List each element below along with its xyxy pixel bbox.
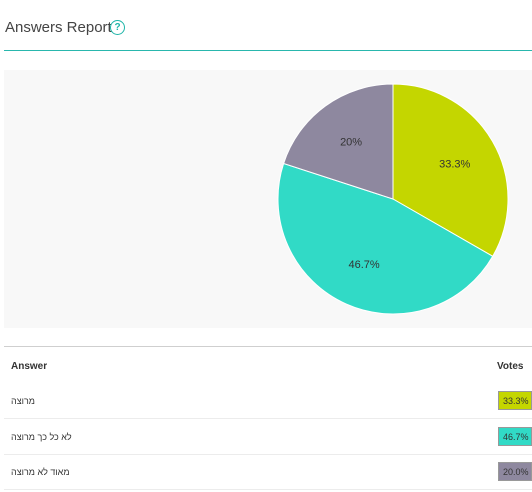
pie-slice-label: 46.7%	[348, 259, 379, 271]
answer-label: מרוצה	[11, 396, 35, 406]
pie-slice-label: 33.3%	[439, 158, 470, 170]
table-divider	[4, 346, 532, 347]
answers-pie-chart: 33.3% 46.7% 20%	[277, 83, 509, 315]
row-divider	[4, 418, 532, 419]
votes-badge: 20.0%	[498, 462, 532, 481]
table-row: לא כל כך מרוצה 46.7%	[4, 420, 532, 455]
answer-column-header: Answer	[11, 361, 48, 372]
header-divider	[4, 50, 532, 51]
help-circle-icon[interactable]: ?	[110, 20, 125, 35]
votes-column-header: Votes	[497, 361, 524, 372]
answer-label: לא כל כך מרוצה	[11, 432, 72, 442]
report-header: Answers Report ?	[0, 0, 532, 52]
votes-badge: 46.7%	[498, 427, 532, 446]
table-row: מאוד לא מרוצה 20.0%	[4, 455, 532, 490]
page-title: Answers Report	[5, 19, 112, 36]
table-row: מרוצה 33.3%	[4, 384, 532, 419]
votes-badge: 33.3%	[498, 391, 532, 410]
answer-label: מאוד לא מרוצה	[11, 467, 70, 477]
pie-slice-label: 20%	[340, 136, 362, 148]
pie-chart-panel: 33.3% 46.7% 20%	[4, 70, 532, 328]
row-divider	[4, 489, 532, 490]
